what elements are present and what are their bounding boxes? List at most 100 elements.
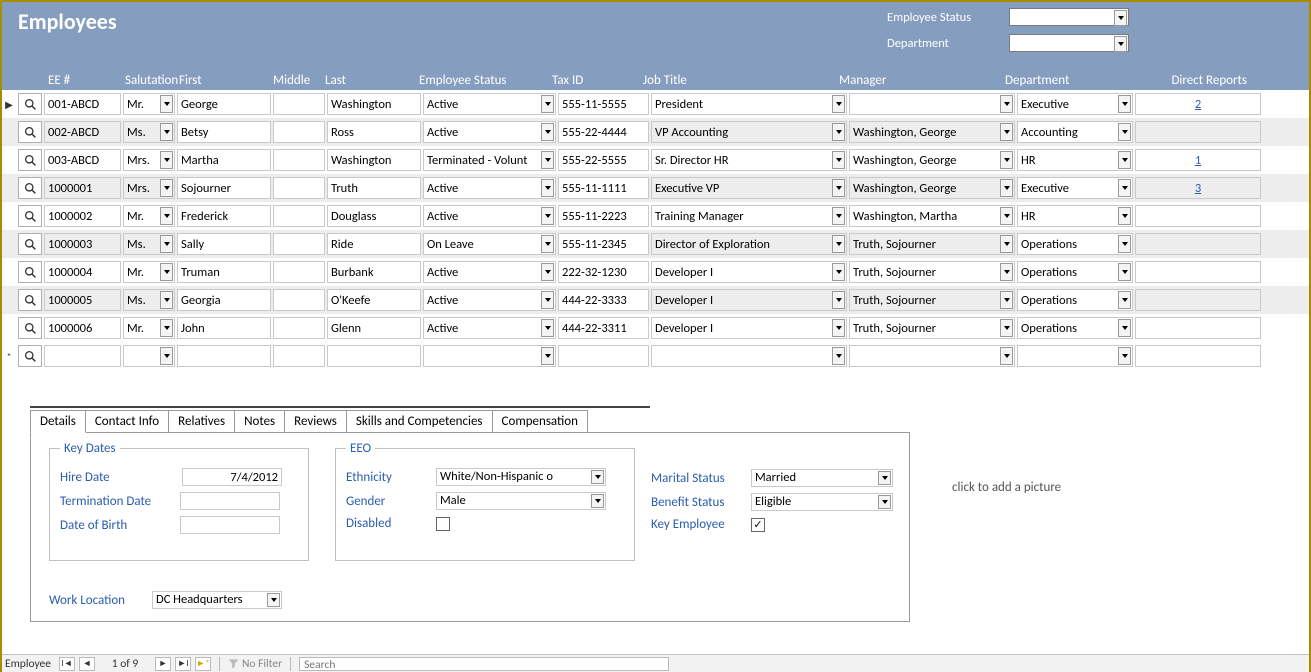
dropdown-arrow-icon[interactable]	[832, 291, 845, 309]
tab-reviews[interactable]: Reviews	[284, 410, 347, 433]
dropdown-arrow-icon[interactable]	[160, 319, 173, 337]
cell-ee[interactable]: 1000002	[44, 205, 121, 227]
cell-last[interactable]: Douglass	[327, 205, 421, 227]
cell-last[interactable]	[327, 345, 421, 367]
dropdown-arrow-icon[interactable]	[541, 291, 554, 309]
dropdown-arrow-icon[interactable]	[541, 179, 554, 197]
lookup-button[interactable]	[18, 93, 42, 115]
dropdown-arrow-icon[interactable]	[160, 291, 173, 309]
cell-department[interactable]: Operations	[1017, 289, 1133, 311]
cell-ee[interactable]: 1000006	[44, 317, 121, 339]
cell-first[interactable]: Truman	[177, 261, 271, 283]
dropdown-arrow-icon[interactable]	[1118, 207, 1131, 225]
cell-job[interactable]: Executive VP	[651, 177, 847, 199]
nav-search-input[interactable]: Search	[299, 657, 669, 671]
cell-first[interactable]: Sally	[177, 233, 271, 255]
cell-ee[interactable]	[44, 345, 121, 367]
cell-first[interactable]: John	[177, 317, 271, 339]
cell-status[interactable]: Active	[423, 121, 556, 143]
dropdown-arrow-icon[interactable]	[832, 319, 845, 337]
cell-job[interactable]	[651, 345, 847, 367]
cell-salutation[interactable]: Mrs.	[123, 177, 175, 199]
cell-first[interactable]: Betsy	[177, 121, 271, 143]
cell-first[interactable]: Georgia	[177, 289, 271, 311]
cell-direct-reports[interactable]	[1135, 289, 1261, 311]
tab-details[interactable]: Details	[30, 410, 86, 433]
cell-last[interactable]: O'Keefe	[327, 289, 421, 311]
cell-status[interactable]: On Leave	[423, 233, 556, 255]
picture-placeholder[interactable]: click to add a picture	[952, 480, 1061, 495]
dropdown-arrow-icon[interactable]	[1000, 151, 1013, 169]
cell-job[interactable]: Director of Exploration	[651, 233, 847, 255]
cell-middle[interactable]	[273, 261, 325, 283]
cell-job[interactable]: VP Accounting	[651, 121, 847, 143]
dropdown-arrow-icon[interactable]	[1118, 151, 1131, 169]
nav-prev-button[interactable]: ◄	[79, 657, 95, 671]
cell-status[interactable]	[423, 345, 556, 367]
cell-middle[interactable]	[273, 93, 325, 115]
dob-input[interactable]	[180, 516, 280, 534]
cell-manager[interactable]: Truth, Sojourner	[849, 317, 1015, 339]
cell-ee[interactable]: 1000001	[44, 177, 121, 199]
dropdown-arrow-icon[interactable]	[541, 235, 554, 253]
nav-next-button[interactable]: ►	[155, 657, 171, 671]
cell-direct-reports[interactable]	[1135, 317, 1261, 339]
cell-direct-reports[interactable]	[1135, 261, 1261, 283]
new-record-selector[interactable]: *	[2, 350, 16, 363]
cell-ee[interactable]: 003-ABCD	[44, 149, 121, 171]
termination-date-input[interactable]	[180, 492, 280, 510]
cell-department[interactable]: Executive	[1017, 93, 1133, 115]
dropdown-arrow-icon[interactable]	[1118, 319, 1131, 337]
cell-ee[interactable]: 002-ABCD	[44, 121, 121, 143]
cell-first[interactable]: Sojourner	[177, 177, 271, 199]
cell-status[interactable]: Active	[423, 289, 556, 311]
lookup-button[interactable]	[18, 233, 42, 255]
cell-manager[interactable]: Truth, Sojourner	[849, 261, 1015, 283]
nav-new-button[interactable]: ►*	[195, 657, 211, 671]
cell-department[interactable]: Accounting	[1017, 121, 1133, 143]
cell-department[interactable]: HR	[1017, 205, 1133, 227]
cell-first[interactable]: George	[177, 93, 271, 115]
filter-status-select[interactable]	[1009, 8, 1129, 26]
hire-date-input[interactable]: 7/4/2012	[182, 468, 282, 486]
cell-salutation[interactable]: Ms.	[123, 233, 175, 255]
dropdown-arrow-icon[interactable]	[160, 347, 173, 365]
cell-direct-reports[interactable]	[1135, 121, 1261, 143]
cell-status[interactable]: Active	[423, 205, 556, 227]
dropdown-arrow-icon[interactable]	[1118, 263, 1131, 281]
dropdown-arrow-icon[interactable]	[541, 319, 554, 337]
benefit-status-select[interactable]: Eligible	[751, 493, 893, 511]
nav-last-button[interactable]: ►I	[175, 657, 191, 671]
cell-status[interactable]: Active	[423, 261, 556, 283]
dropdown-arrow-icon[interactable]	[1118, 95, 1131, 113]
cell-direct-reports[interactable]: 3	[1135, 177, 1261, 199]
cell-salutation[interactable]: Mr.	[123, 317, 175, 339]
marital-status-select[interactable]: Married	[751, 469, 893, 487]
cell-job[interactable]: Developer I	[651, 317, 847, 339]
dropdown-arrow-icon[interactable]	[160, 179, 173, 197]
dropdown-arrow-icon[interactable]	[832, 151, 845, 169]
dropdown-arrow-icon[interactable]	[1000, 291, 1013, 309]
cell-salutation[interactable]: Ms.	[123, 289, 175, 311]
dropdown-arrow-icon[interactable]	[1000, 319, 1013, 337]
nav-first-button[interactable]: I◄	[59, 657, 75, 671]
gender-select[interactable]: Male	[436, 492, 606, 510]
cell-manager[interactable]: Washington, George	[849, 149, 1015, 171]
cell-middle[interactable]	[273, 177, 325, 199]
lookup-button[interactable]	[18, 177, 42, 199]
cell-tax[interactable]	[558, 345, 649, 367]
tab-skills and competencies[interactable]: Skills and Competencies	[346, 410, 493, 433]
cell-manager[interactable]: Truth, Sojourner	[849, 289, 1015, 311]
cell-status[interactable]: Active	[423, 177, 556, 199]
cell-manager[interactable]	[849, 93, 1015, 115]
cell-ee[interactable]: 1000003	[44, 233, 121, 255]
cell-department[interactable]: Executive	[1017, 177, 1133, 199]
cell-salutation[interactable]: Mr.	[123, 261, 175, 283]
cell-status[interactable]: Active	[423, 93, 556, 115]
cell-last[interactable]: Glenn	[327, 317, 421, 339]
cell-department[interactable]	[1017, 345, 1133, 367]
cell-job[interactable]: Developer I	[651, 289, 847, 311]
cell-ee[interactable]: 1000005	[44, 289, 121, 311]
cell-direct-reports[interactable]: 2	[1135, 93, 1261, 115]
cell-first[interactable]	[177, 345, 271, 367]
